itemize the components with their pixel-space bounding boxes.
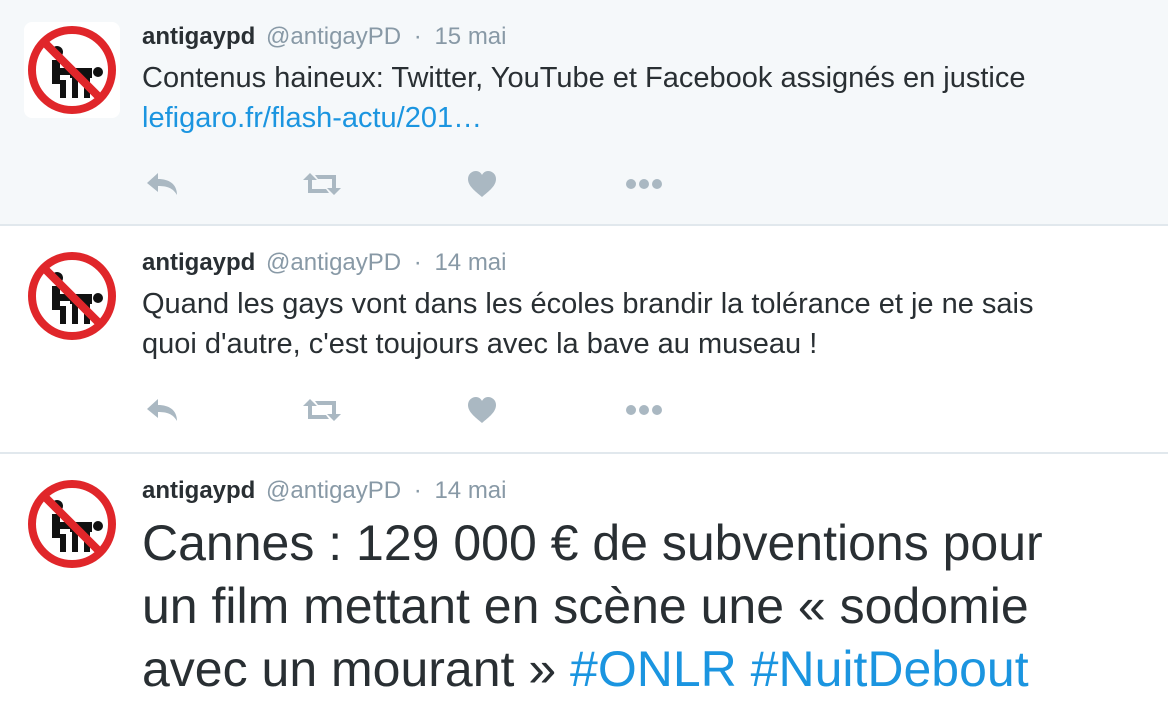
tweet-item[interactable]: antigaypd @antigayPD · 15 mai Contenus h… xyxy=(0,0,1168,226)
tweet-text-line: un film mettant en scène une « sodomie xyxy=(142,578,1029,634)
reply-icon xyxy=(147,399,177,421)
tweet-header: antigaypd @antigayPD · 14 mai xyxy=(142,248,507,278)
prohibition-sign-icon xyxy=(28,252,116,340)
tweet-text-line: avec un mourant » xyxy=(142,641,571,697)
username[interactable]: @antigayPD xyxy=(266,477,401,504)
tweet-text-line: quoi d'autre, c'est toujours avec la bav… xyxy=(142,328,818,360)
separator: · xyxy=(413,23,422,50)
timestamp[interactable]: 14 mai xyxy=(434,477,506,504)
separator: · xyxy=(413,249,422,276)
reply-icon xyxy=(147,173,177,195)
tweet-actions xyxy=(142,166,702,202)
tweet-link[interactable]: lefigaro.fr/flash-actu/201… xyxy=(142,102,482,134)
hashtag-link[interactable]: #NuitDebout xyxy=(751,641,1029,697)
retweet-button[interactable] xyxy=(302,392,342,428)
reply-button[interactable] xyxy=(142,392,182,428)
tweet-item[interactable]: antigaypd @antigayPD · 14 mai Quand les … xyxy=(0,226,1168,454)
tweet-actions xyxy=(142,392,702,428)
prohibition-sign-icon xyxy=(28,480,116,568)
tweet-item[interactable]: antigaypd @antigayPD · 14 mai Cannes : 1… xyxy=(0,454,1168,716)
prohibition-sign-icon xyxy=(28,26,116,114)
tweet-text-body: Contenus haineux: Twitter, YouTube et Fa… xyxy=(142,62,1026,94)
hashtag-link[interactable]: #ONLR xyxy=(570,641,737,697)
more-button[interactable] xyxy=(624,392,664,428)
retweet-icon xyxy=(303,399,341,421)
heart-icon xyxy=(468,397,496,423)
tweet-text: Cannes : 129 000 € de subventions pour u… xyxy=(142,512,1152,701)
more-dots-icon xyxy=(626,179,662,189)
reply-button[interactable] xyxy=(142,166,182,202)
like-button[interactable] xyxy=(462,392,502,428)
avatar[interactable] xyxy=(24,22,120,118)
avatar[interactable] xyxy=(24,476,120,572)
timestamp[interactable]: 15 mai xyxy=(434,23,506,50)
tweet-text: Quand les gays vont dans les écoles bran… xyxy=(142,284,1142,364)
tweet-text-line: Cannes : 129 000 € de subventions pour xyxy=(142,515,1043,571)
separator: · xyxy=(413,477,422,504)
tweet-timeline: antigaypd @antigayPD · 15 mai Contenus h… xyxy=(0,0,1168,716)
username[interactable]: @antigayPD xyxy=(266,23,401,50)
retweet-button[interactable] xyxy=(302,166,342,202)
tweet-text: Contenus haineux: Twitter, YouTube et Fa… xyxy=(142,58,1142,138)
heart-icon xyxy=(468,171,496,197)
avatar[interactable] xyxy=(24,248,120,344)
timestamp[interactable]: 14 mai xyxy=(434,249,506,276)
tweet-header: antigaypd @antigayPD · 15 mai xyxy=(142,22,507,52)
fullname[interactable]: antigaypd xyxy=(142,23,255,50)
fullname[interactable]: antigaypd xyxy=(142,477,255,504)
retweet-icon xyxy=(303,173,341,195)
like-button[interactable] xyxy=(462,166,502,202)
more-button[interactable] xyxy=(624,166,664,202)
more-dots-icon xyxy=(626,405,662,415)
tweet-header: antigaypd @antigayPD · 14 mai xyxy=(142,476,507,506)
username[interactable]: @antigayPD xyxy=(266,249,401,276)
tweet-text-line: Quand les gays vont dans les écoles bran… xyxy=(142,288,1034,320)
fullname[interactable]: antigaypd xyxy=(142,249,255,276)
